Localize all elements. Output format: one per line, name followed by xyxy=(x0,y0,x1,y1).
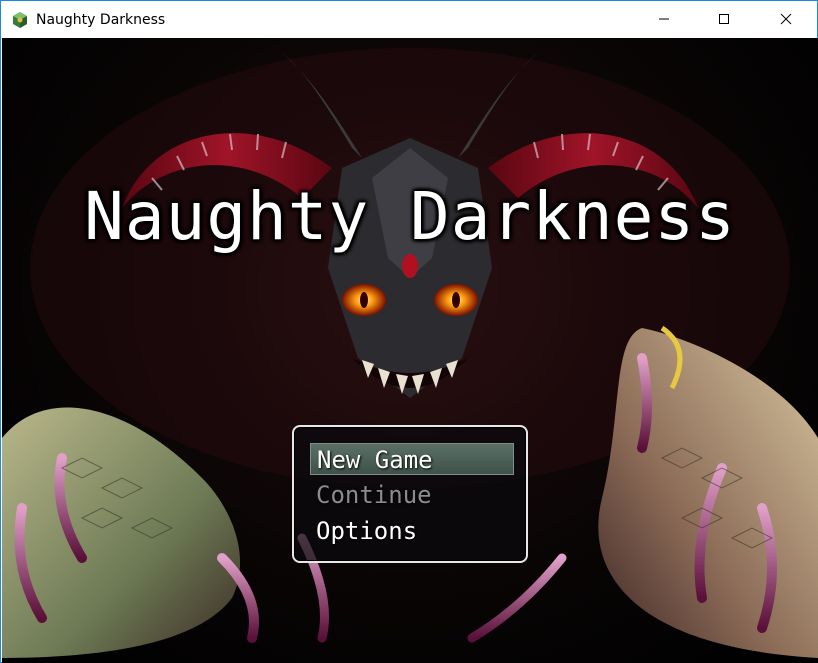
game-title: Naughty Darkness xyxy=(84,178,736,255)
window-title: Naughty Darkness xyxy=(36,12,166,28)
maximize-button[interactable] xyxy=(701,1,747,38)
minimize-button[interactable] xyxy=(641,1,687,38)
game-canvas[interactable]: Naughty Darkness New Game Continue Optio… xyxy=(2,38,818,663)
demon-artwork xyxy=(2,48,818,658)
app-window: Naughty Darkness Naughty Darkness New Ga… xyxy=(0,0,818,663)
title-bar[interactable]: Naughty Darkness xyxy=(1,1,817,38)
game-app-icon xyxy=(11,11,29,29)
menu-item-continue[interactable]: Continue xyxy=(310,479,514,511)
close-button[interactable] xyxy=(763,1,809,38)
menu-item-options[interactable]: Options xyxy=(310,515,514,547)
menu-item-new-game[interactable]: New Game xyxy=(310,443,514,475)
title-menu: New Game Continue Options xyxy=(292,425,528,563)
close-icon xyxy=(780,10,792,29)
minimize-icon xyxy=(658,10,670,29)
maximize-icon xyxy=(718,10,730,29)
